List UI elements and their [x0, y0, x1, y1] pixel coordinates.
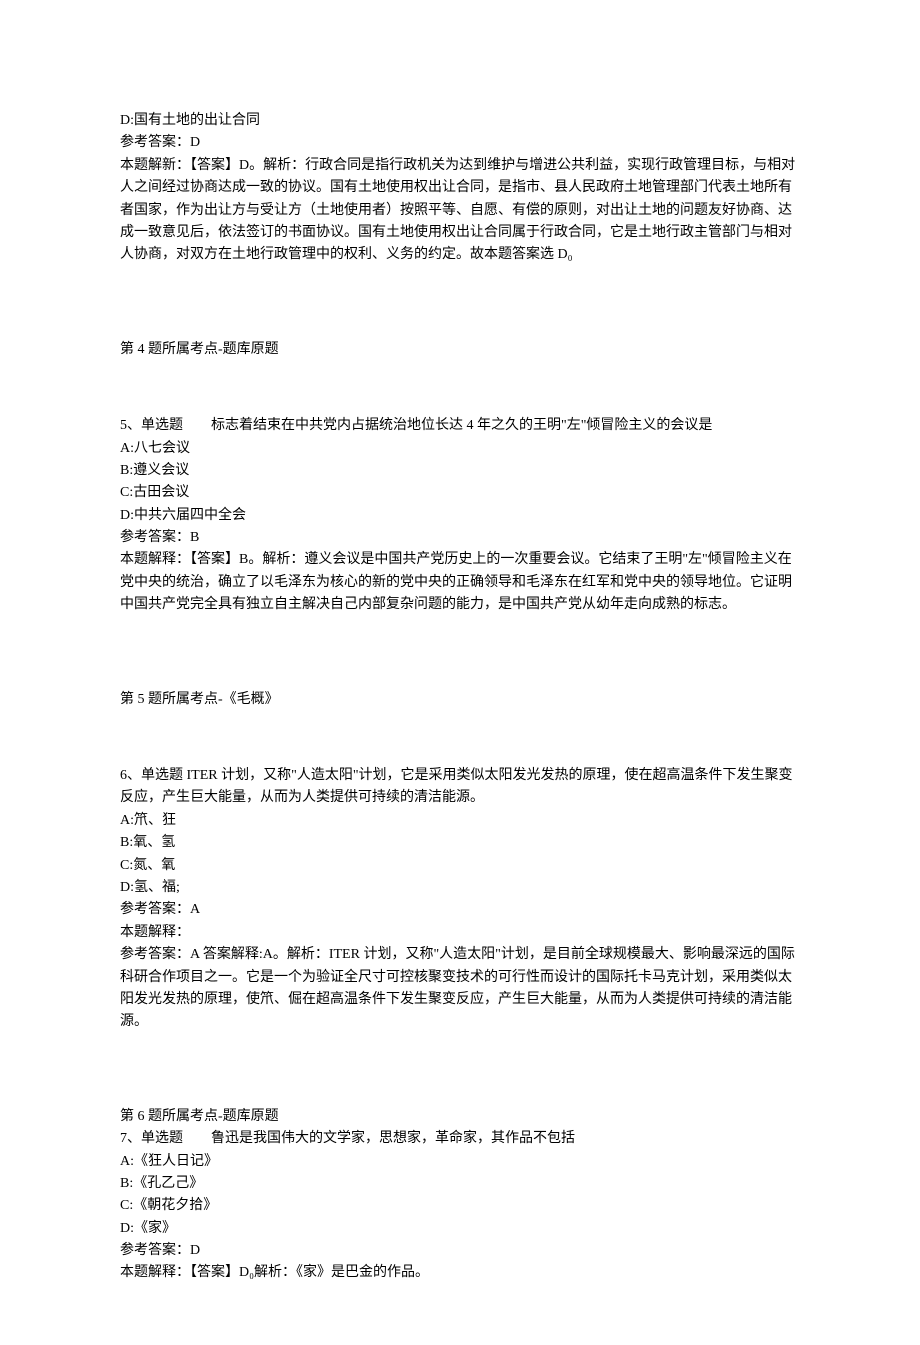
q4-ref-answer: 参考答案：D: [120, 132, 800, 154]
q5-header: 5、单选题 标志着结束在中共党内占据统治地位长达 4 年之久的王明"左"倾冒险主…: [120, 415, 800, 437]
spacer: [120, 1034, 800, 1106]
q5-category: 第 5 题所属考点-《毛概》: [120, 689, 800, 711]
q6-category: 第 6 题所属考点-题库原题: [120, 1106, 800, 1128]
q6-explanation-label: 本题解释：: [120, 922, 800, 944]
q7-ref-answer: 参考答案：D: [120, 1240, 800, 1262]
q6-option-b: B:氧、氢: [120, 832, 800, 854]
spacer: [120, 617, 800, 689]
q4-category: 第 4 题所属考点-题库原题: [120, 339, 800, 361]
spacer: [120, 361, 800, 415]
q7-option-a: A:《狂人日记》: [120, 1151, 800, 1173]
q6-explanation: 参考答案：A 答案解释:A。解析：ITER 计划，又称"人造太阳"计划，是目前全…: [120, 944, 800, 1034]
q5-option-a: A:八七会议: [120, 438, 800, 460]
document-page: D:国有土地的出让合同 参考答案：D 本题解新：【答案】D。解析：行政合同是指行…: [0, 0, 920, 1345]
q6-header: 6、单选题 ITER 计划，又称"人造太阳"计划，它是采用类似太阳发光发热的原理…: [120, 765, 800, 810]
q7-option-c: C:《朝花夕拾》: [120, 1195, 800, 1217]
q5-option-c: C:古田会议: [120, 482, 800, 504]
spacer: [120, 711, 800, 765]
q5-option-d: D:中共六届四中全会: [120, 505, 800, 527]
q4-option-d: D:国有土地的出让合同: [120, 110, 800, 132]
q7-option-d: D:《家》: [120, 1218, 800, 1240]
q5-option-b: B:遵义会议: [120, 460, 800, 482]
q7-option-b: B:《孔乙己》: [120, 1173, 800, 1195]
spacer: [120, 267, 800, 339]
q5-ref-answer: 参考答案：B: [120, 527, 800, 549]
q5-explanation: 本题解释：【答案】B。解析：遵义会议是中国共产党历史上的一次重要会议。它结束了王…: [120, 549, 800, 616]
q4-explanation: 本题解新：【答案】D。解析：行政合同是指行政机关为达到维护与增进公共利益，实现行…: [120, 155, 800, 267]
q6-option-c: C:氮、氧: [120, 855, 800, 877]
q6-ref-answer: 参考答案：A: [120, 899, 800, 921]
q7-header: 7、单选题 鲁迅是我国伟大的文学家，思想家，革命家，其作品不包括: [120, 1128, 800, 1150]
q6-option-a: A:笊、狂: [120, 810, 800, 832]
q7-explanation: 本题解释：【答案】D₀解析：《家》是巴金的作品。: [120, 1262, 800, 1284]
q6-option-d: D:氢、福;: [120, 877, 800, 899]
